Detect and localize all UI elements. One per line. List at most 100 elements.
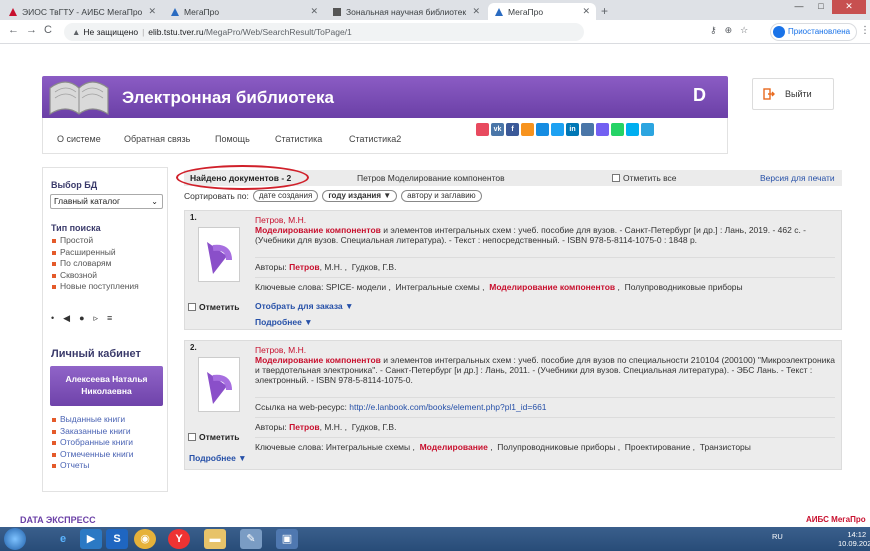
- social-share-icon[interactable]: [626, 123, 639, 136]
- search-type-cross[interactable]: Сквозной: [51, 270, 139, 282]
- language-indicator[interactable]: RU: [772, 532, 783, 541]
- ie-icon[interactable]: e: [52, 529, 74, 549]
- print-version-link[interactable]: Версия для печати: [760, 173, 835, 183]
- paint-icon[interactable]: ✎: [240, 529, 262, 549]
- skype-icon[interactable]: S: [106, 529, 128, 549]
- social-share-icon[interactable]: f: [506, 123, 519, 136]
- yandex-icon[interactable]: Y: [168, 529, 190, 549]
- start-button[interactable]: [4, 528, 26, 550]
- social-share-icon[interactable]: [476, 123, 489, 136]
- book-cover[interactable]: [198, 227, 240, 282]
- nav-about[interactable]: О системе: [57, 134, 101, 144]
- cabinet-reports[interactable]: Отчеты: [51, 460, 134, 472]
- more-details-button[interactable]: Подробнее ▼: [189, 453, 247, 463]
- keyword-link[interactable]: Полупроводниковые приборы: [625, 282, 743, 292]
- nav-statistics[interactable]: Статистика: [275, 134, 322, 144]
- cabinet-selected[interactable]: Отобранные книги: [51, 437, 134, 449]
- browser-tab-active[interactable]: МегаПро ✕: [488, 3, 596, 20]
- social-share-icon[interactable]: [581, 123, 594, 136]
- social-share-icon[interactable]: [521, 123, 534, 136]
- web-resource-link[interactable]: http://e.lanbook.com/books/element.php?p…: [349, 402, 546, 412]
- search-type-advanced[interactable]: Расширенный: [51, 247, 139, 259]
- nav-feedback[interactable]: Обратная связь: [124, 134, 190, 144]
- author-link[interactable]: Гудков, Г.В.: [352, 262, 397, 272]
- record-authors: Авторы: Петров, М.Н. , Гудков, Г.В.: [255, 257, 835, 272]
- mark-all-label: Отметить все: [623, 173, 677, 183]
- record-author[interactable]: Петров, М.Н.: [255, 215, 835, 225]
- zoom-icon[interactable]: ⊕: [725, 25, 741, 35]
- keyword-link[interactable]: Проектирование: [625, 442, 691, 452]
- checkbox[interactable]: [612, 174, 620, 182]
- keyword-link[interactable]: Моделирование: [420, 442, 488, 452]
- author-link[interactable]: Гудков, Г.В.: [352, 422, 397, 432]
- db-select[interactable]: Главный каталог ⌄: [50, 194, 163, 209]
- close-tab-icon[interactable]: ✕: [472, 6, 480, 17]
- social-share-icon[interactable]: [551, 123, 564, 136]
- sort-by-year[interactable]: году издания ▼: [322, 190, 398, 202]
- close-tab-icon[interactable]: ✕: [310, 6, 318, 17]
- browser-tab[interactable]: ЭИОС ТвГТУ - АИБС МегаПро ✕: [2, 3, 162, 20]
- keyword-link[interactable]: Моделирование компонентов: [489, 282, 615, 292]
- sort-by-date-created[interactable]: дате создания: [252, 190, 319, 202]
- social-share-icon[interactable]: [596, 123, 609, 136]
- book-cover[interactable]: [198, 357, 240, 412]
- search-type-new[interactable]: Новые поступления: [51, 281, 139, 293]
- cabinet-issued[interactable]: Выданные книги: [51, 414, 134, 426]
- search-type-simple[interactable]: Простой: [51, 235, 139, 247]
- record-author[interactable]: Петров, М.Н.: [255, 345, 835, 355]
- chrome-icon[interactable]: ◉: [134, 529, 156, 549]
- author-link[interactable]: Петров: [289, 262, 320, 272]
- app-icon[interactable]: ▶: [80, 529, 102, 549]
- minimize-button[interactable]: —: [788, 0, 810, 14]
- cabinet-marked[interactable]: Отмеченные книги: [51, 449, 134, 461]
- reload-button[interactable]: C: [44, 24, 52, 36]
- red-annotation-oval: [176, 165, 309, 190]
- browser-menu-icon[interactable]: ⋮: [860, 25, 870, 36]
- social-share-icon[interactable]: [536, 123, 549, 136]
- clock[interactable]: 14:1210.09.2020: [838, 530, 870, 548]
- dot-icon[interactable]: ●: [79, 313, 93, 323]
- author-link[interactable]: Петров: [289, 422, 320, 432]
- url-input[interactable]: ▲ Не защищено | elib.tstu.tver.ru/MegaPro/W…: [64, 23, 584, 41]
- mark-all-checkbox[interactable]: Отметить все: [612, 173, 677, 183]
- window-icon[interactable]: ▣: [276, 529, 298, 549]
- keyword-link[interactable]: Интегральные схемы: [396, 282, 480, 292]
- search-type-dictionary[interactable]: По словарям: [51, 258, 139, 270]
- nav-help[interactable]: Помощь: [215, 134, 250, 144]
- sort-by-author-title[interactable]: автору и заглавию: [401, 190, 482, 202]
- checkbox[interactable]: [188, 433, 196, 441]
- nav-statistics2[interactable]: Статистика2: [349, 134, 401, 144]
- key-icon[interactable]: ⚷: [710, 25, 725, 35]
- user-name-badge[interactable]: Алексеева Наталья Николаевна: [50, 366, 163, 406]
- forward-button[interactable]: →: [26, 24, 37, 36]
- folder-icon[interactable]: ▬: [204, 529, 226, 549]
- menu-icon[interactable]: ≡: [107, 313, 121, 323]
- next-icon[interactable]: ▹: [94, 313, 108, 323]
- mark-record-checkbox[interactable]: Отметить: [188, 432, 239, 442]
- checkbox[interactable]: [188, 303, 196, 311]
- browser-tab[interactable]: Зональная научная библиотек ✕: [326, 3, 486, 20]
- logout-button[interactable]: Выйти: [752, 78, 834, 110]
- close-tab-icon[interactable]: ✕: [582, 6, 590, 17]
- profile-button[interactable]: Приостановлена: [770, 23, 858, 41]
- close-window-button[interactable]: ✕: [832, 0, 866, 14]
- social-share-icon[interactable]: [641, 123, 654, 136]
- social-share-icon[interactable]: [611, 123, 624, 136]
- order-select-button[interactable]: Отобрать для заказа ▼: [255, 301, 353, 311]
- mark-record-checkbox[interactable]: Отметить: [188, 302, 239, 312]
- more-details-button[interactable]: Подробнее ▼: [255, 317, 313, 327]
- keyword-link[interactable]: Транзисторы: [700, 442, 751, 452]
- keyword-link[interactable]: Полупроводниковые приборы: [497, 442, 615, 452]
- new-tab-button[interactable]: +: [601, 4, 608, 18]
- prev-icon[interactable]: ◀: [63, 313, 79, 323]
- browser-tab[interactable]: МегаПро ✕: [164, 3, 324, 20]
- social-share-icon[interactable]: vk: [491, 123, 504, 136]
- star-icon[interactable]: ☆: [740, 25, 756, 35]
- back-button[interactable]: ←: [8, 24, 19, 36]
- keyword-link[interactable]: Интегральные схемы: [326, 442, 410, 452]
- maximize-button[interactable]: □: [810, 0, 832, 14]
- cabinet-ordered[interactable]: Заказанные книги: [51, 426, 134, 438]
- close-tab-icon[interactable]: ✕: [148, 6, 156, 17]
- keyword-link[interactable]: SPICE- модели: [326, 282, 386, 292]
- social-share-icon[interactable]: in: [566, 123, 579, 136]
